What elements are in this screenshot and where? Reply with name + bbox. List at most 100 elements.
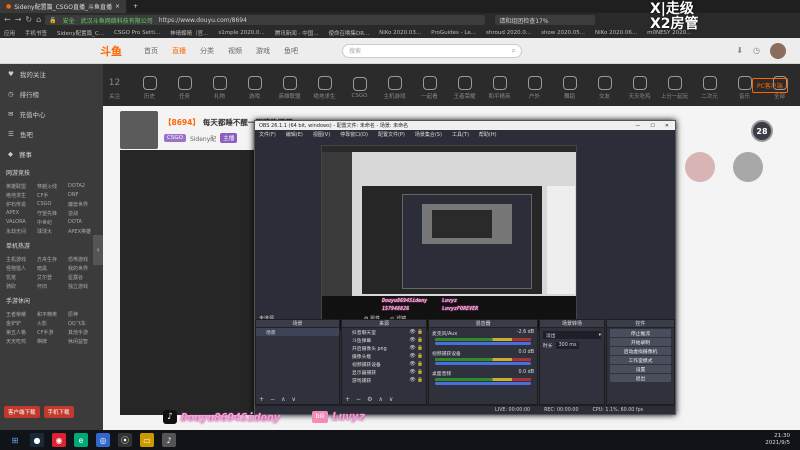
sidebar-game-link[interactable]: 炉石传说 xyxy=(6,201,35,208)
home-icon[interactable]: ⌂ xyxy=(36,16,41,24)
sidebar-game-link[interactable]: DOTA xyxy=(68,219,97,226)
sidebar-game-link[interactable]: 原神 xyxy=(68,311,97,318)
control-button[interactable]: 设置 xyxy=(610,365,671,373)
sidebar-game-link[interactable]: 球球大 xyxy=(37,228,66,235)
sidebar-game-link[interactable]: 方舟生存 xyxy=(37,256,66,263)
category-tag[interactable]: CSGO xyxy=(164,134,186,142)
obs-menu-item[interactable]: 场景集合(S) xyxy=(415,131,442,138)
nav-link[interactable]: 游戏 xyxy=(256,46,270,56)
control-button[interactable]: 开始录制 xyxy=(610,338,671,346)
bookmark-item[interactable]: CSGO Pro Setti... xyxy=(114,30,160,36)
category-item[interactable]: 任务 xyxy=(170,76,199,100)
sidebar-game-link[interactable]: 魔兽世界 xyxy=(68,201,97,208)
streamer-name[interactable]: Sideny配 xyxy=(190,134,216,143)
sidebar-game-link[interactable]: 休闲益智 xyxy=(68,338,97,345)
sidebar-game-link[interactable]: 星露谷 xyxy=(68,274,97,281)
bookmark-item[interactable]: show 2020.05... xyxy=(541,30,585,36)
sidebar-game-link[interactable]: 逆战 xyxy=(68,210,97,217)
lock-icon[interactable]: 🔒 xyxy=(416,338,423,343)
lock-icon[interactable]: 🔒 xyxy=(416,378,423,383)
remove-scene-icon[interactable]: − xyxy=(270,396,275,403)
maximize-icon[interactable]: ☐ xyxy=(650,123,654,129)
obs-menu-item[interactable]: 工具(T) xyxy=(452,131,469,138)
lock-icon[interactable]: 🔒 xyxy=(416,362,423,367)
sidebar-game-link[interactable]: 棋牌 xyxy=(37,338,66,345)
steam-icon[interactable]: ● xyxy=(30,433,44,447)
volume-slider[interactable] xyxy=(435,342,531,345)
sidebar-item[interactable]: ☰ 鱼吧 xyxy=(0,124,103,144)
bookmark-item[interactable]: 使命召唤集DR... xyxy=(328,29,369,37)
browser-tab[interactable]: ● Sideny配置篇_CSGO直播_斗鱼直播 × xyxy=(0,0,127,13)
remove-source-icon[interactable]: − xyxy=(356,396,361,403)
bookmark-item[interactable]: ProGuides - Le... xyxy=(431,30,476,36)
obs-menu-item[interactable]: 配置文件(P) xyxy=(378,131,405,138)
category-item[interactable]: 主机游戏 xyxy=(380,76,409,100)
source-up-icon[interactable]: ∧ xyxy=(378,396,382,403)
sidebar-game-link[interactable]: 金铲铲 xyxy=(6,320,35,327)
pc-client-badge[interactable]: PC客户端 xyxy=(752,78,788,93)
sidebar-game-link[interactable]: 怪物猎人 xyxy=(6,265,35,272)
sidebar-item[interactable]: ✉ 充值中心 xyxy=(0,104,103,124)
category-item[interactable]: 游戏 xyxy=(240,76,269,100)
sidebar-game-link[interactable]: 骑砍 xyxy=(6,283,35,290)
bookmark-item[interactable]: 神晴蝶睛（官... xyxy=(170,29,208,37)
minimize-icon[interactable]: — xyxy=(635,123,640,129)
bookmark-item[interactable]: 腾讯新闻 - 中国... xyxy=(275,29,319,37)
folder-icon[interactable]: ▭ xyxy=(140,433,154,447)
sidebar-game-link[interactable]: CSGO xyxy=(37,201,66,208)
forward-icon[interactable]: → xyxy=(15,16,22,24)
obs-menu-item[interactable]: 视图(V) xyxy=(313,131,330,138)
category-item[interactable]: 户外 xyxy=(520,76,549,100)
close-tab-icon[interactable]: × xyxy=(115,3,120,10)
sidebar-game-link[interactable]: 火影 xyxy=(37,320,66,327)
source-item[interactable]: 显示器捕获 👁 🔒 xyxy=(342,368,426,376)
source-item[interactable]: 斗鱼弹幕 👁 🔒 xyxy=(342,336,426,344)
obs-menu-item[interactable]: 文件(F) xyxy=(259,131,276,138)
category-item[interactable]: 天天吃鸡 xyxy=(625,76,654,100)
category-item[interactable]: 舞蹈 xyxy=(555,76,584,100)
sidebar-game-link[interactable]: CF手 xyxy=(37,192,66,199)
sidebar-game-link[interactable]: 我的世界 xyxy=(68,265,97,272)
sidebar-game-link[interactable]: 暗黑 xyxy=(37,265,66,272)
category-item[interactable]: CSGO xyxy=(345,77,374,99)
control-button[interactable]: 停止推流 xyxy=(610,329,671,337)
category-item[interactable]: 英雄联盟 xyxy=(275,76,304,100)
sidebar-game-link[interactable]: APEX英雄 xyxy=(68,228,97,235)
obs-icon[interactable]: ⦿ xyxy=(118,433,132,447)
nav-link[interactable]: 鱼吧 xyxy=(284,46,298,56)
close-icon[interactable]: ✕ xyxy=(665,123,669,129)
sidebar-game-link[interactable]: 第五人格 xyxy=(6,329,35,336)
edge-icon[interactable]: e xyxy=(74,433,88,447)
sidebar-game-link[interactable]: DOTA2 xyxy=(68,183,97,190)
music-icon[interactable]: ♪ xyxy=(162,433,176,447)
control-button[interactable]: 退出 xyxy=(610,374,671,382)
category-item[interactable]: 王者荣耀 xyxy=(450,76,479,100)
obs-menu-item[interactable]: 帮助(H) xyxy=(479,131,497,138)
sidebar-game-link[interactable]: 其他手游 xyxy=(68,329,97,336)
scene-item[interactable]: 场景 xyxy=(256,328,339,336)
volume-slider[interactable] xyxy=(435,362,531,365)
sidebar-game-link[interactable]: 天天吃鸡 xyxy=(6,338,35,345)
source-settings-icon[interactable]: ⚙ xyxy=(367,396,372,403)
new-tab-button[interactable]: + xyxy=(127,0,144,13)
bookmark-item[interactable]: 应用 xyxy=(4,29,15,37)
sidebar-game-link[interactable]: 守望先锋 xyxy=(37,210,66,217)
site-search[interactable]: 搜索 ⌕ xyxy=(342,43,522,58)
bookmark-item[interactable]: s1mple 2020.0... xyxy=(218,30,264,36)
sidebar-game-link[interactable]: VALORA xyxy=(6,219,35,226)
source-down-icon[interactable]: ∨ xyxy=(389,396,393,403)
windows-start-icon[interactable]: ⊞ xyxy=(8,433,22,447)
add-source-icon[interactable]: + xyxy=(345,396,350,403)
sidebar-game-link[interactable]: 独立游戏 xyxy=(68,283,97,290)
site-logo[interactable]: 斗鱼 xyxy=(100,43,122,59)
sidebar-game-link[interactable]: 绝地求生 xyxy=(6,192,35,199)
lock-icon[interactable]: 🔒 xyxy=(416,354,423,359)
obs-menu-item[interactable]: 停靠窗口(D) xyxy=(340,131,368,138)
lock-icon[interactable]: 🔒 xyxy=(416,370,423,375)
sidebar-game-link[interactable]: 和平精英 xyxy=(37,311,66,318)
category-item[interactable]: 绝地求生 xyxy=(310,76,339,100)
scene-down-icon[interactable]: ∨ xyxy=(291,396,295,403)
browser-icon[interactable]: ◎ xyxy=(96,433,110,447)
category-item[interactable]: 礼物 xyxy=(205,76,234,100)
browser-search-field[interactable]: 请和组团检查17% xyxy=(495,15,596,25)
